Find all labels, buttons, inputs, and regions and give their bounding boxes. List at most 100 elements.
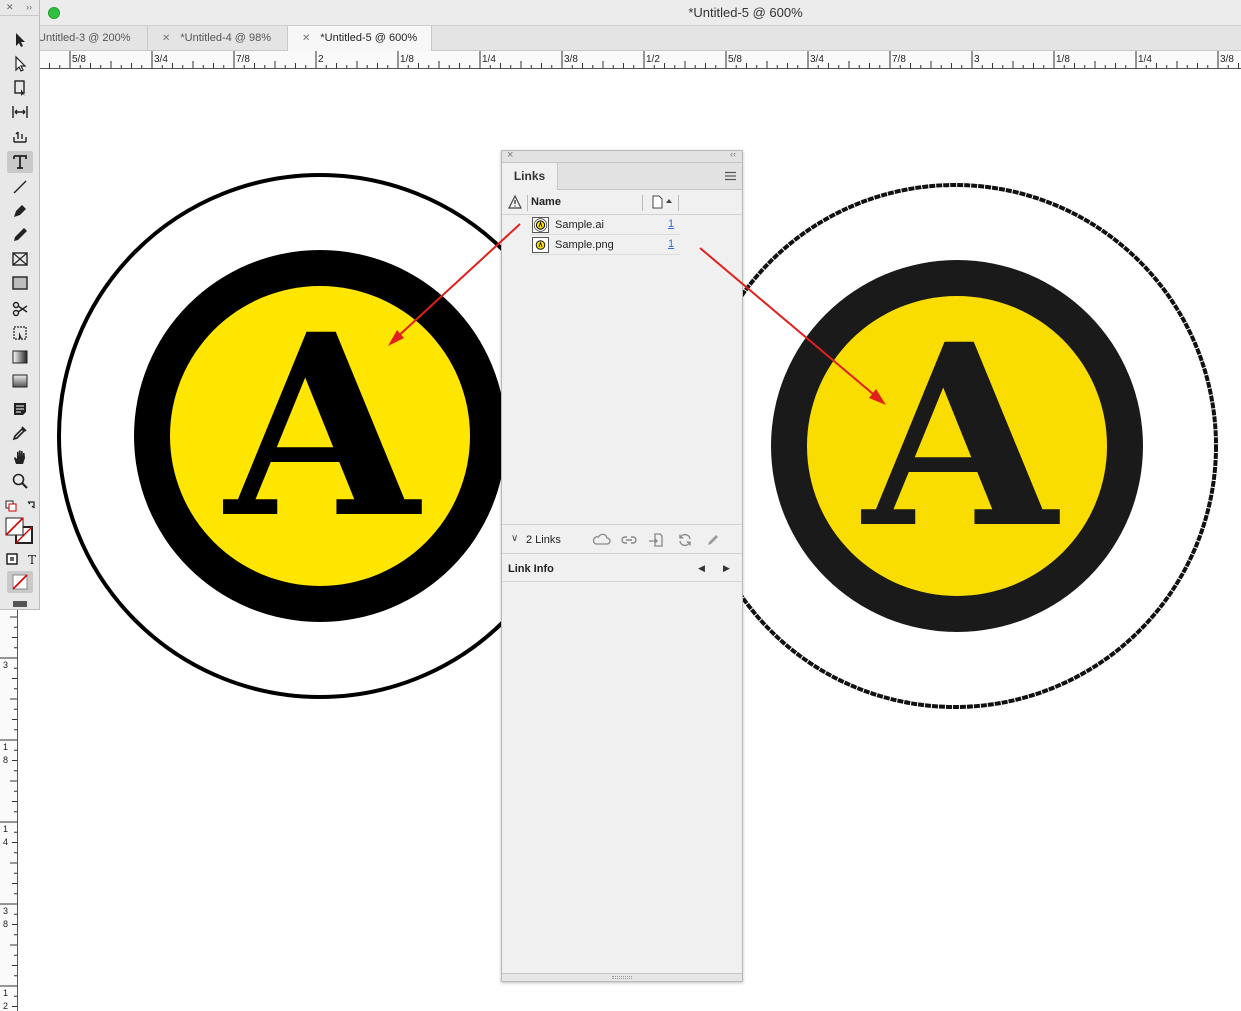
link-row[interactable]: Sample.ai 1 [530, 215, 680, 235]
document-tab-bar: Untitled-3 @ 200% ✕ *Untitled-4 @ 98% ✕ *U… [0, 26, 1241, 51]
arrowhead [869, 389, 886, 405]
ruler-label: 3/4 [154, 54, 168, 65]
ruler-label: 1 [3, 824, 8, 834]
arrowhead [388, 330, 404, 346]
gradient-swatch-tool-icon[interactable] [7, 346, 33, 368]
update-link-icon[interactable] [677, 532, 693, 548]
ruler-label: 3/4 [810, 54, 824, 65]
formatting-container-text-icon[interactable]: T [4, 548, 38, 570]
scissors-tool-icon[interactable] [7, 298, 33, 320]
raster-emblem[interactable]: A [692, 183, 1218, 709]
resize-grip-icon[interactable] [612, 976, 632, 979]
emblem-thumbnail-icon [535, 240, 546, 250]
ruler-label: 8 [3, 755, 8, 765]
fill-stroke-swatch-icon[interactable] [4, 517, 36, 545]
rectangle-tool-icon[interactable] [7, 272, 33, 294]
horizontal-ruler[interactable]: 5/8 3/4 7/8 2 1/8 1/4 3/8 1/2 5/8 3/4 7/8 3 1/8 1/4 3/… [40, 51, 1241, 69]
link-filename: Sample.ai [555, 219, 604, 231]
ruler-label: 7/8 [236, 54, 250, 65]
pen-tool-icon[interactable] [7, 200, 33, 222]
rectangle-frame-tool-icon[interactable] [7, 248, 33, 270]
link-filename: Sample.png [555, 239, 614, 251]
ruler-label: 1/4 [1138, 54, 1152, 65]
column-separator[interactable] [678, 195, 679, 211]
emblem-letter: A [861, 289, 1060, 583]
next-link-arrow-icon[interactable]: ▶ [723, 563, 730, 574]
link-thumbnail [532, 237, 549, 253]
close-icon[interactable]: ✕ [302, 33, 310, 44]
relink-icon[interactable] [621, 532, 637, 548]
tab-label: Untitled-3 @ 200% [38, 32, 131, 44]
cloud-link-icon[interactable] [592, 532, 612, 548]
edit-original-icon[interactable] [705, 532, 721, 548]
tab-untitled-4[interactable]: ✕ *Untitled-4 @ 98% [148, 26, 288, 51]
column-separator[interactable] [527, 195, 528, 211]
ruler-label: 1/8 [1056, 54, 1070, 65]
window-title-bar: *Untitled-5 @ 600% [0, 0, 1241, 26]
column-name-header[interactable]: Name [531, 196, 561, 208]
chevron-down-icon[interactable]: ∨ [511, 533, 518, 544]
page-sort-icon[interactable] [652, 195, 672, 209]
ruler-label: 5/8 [728, 54, 742, 65]
ruler-label: 1/2 [646, 54, 660, 65]
eyedropper-tool-icon[interactable] [7, 422, 33, 444]
window-title: *Untitled-5 @ 600% [688, 5, 803, 20]
vertical-ruler[interactable]: 3 1 8 1 4 3 8 1 2 [0, 610, 18, 1011]
link-info-label: Link Info [508, 563, 554, 575]
ruler-ticks: 3 1 8 1 4 3 8 1 2 [0, 616, 17, 1011]
panel-tab-row: Links [502, 163, 742, 190]
link-thumbnail [532, 217, 549, 233]
links-status-bar: ∨ 2 Links [502, 524, 742, 554]
link-info-header[interactable]: Link Info ◀ ▶ [502, 556, 742, 582]
link-page-number[interactable]: 1 [668, 218, 674, 230]
free-transform-tool-icon[interactable] [7, 322, 33, 344]
apply-none-icon[interactable] [7, 571, 33, 593]
close-icon[interactable]: × [507, 149, 513, 161]
gradient-feather-tool-icon[interactable] [7, 370, 33, 392]
ruler-label: 3/8 [1220, 54, 1234, 65]
ruler-label: 3 [974, 54, 980, 65]
content-collector-icon[interactable] [7, 125, 33, 147]
emblem-letter: A [223, 279, 422, 573]
links-panel: × ‹‹ Links Name Sample.ai 1 Sample.png 1… [501, 149, 743, 982]
panel-menu-icon[interactable] [725, 171, 736, 181]
ruler-label: 3 [3, 660, 8, 670]
tab-untitled-3[interactable]: Untitled-3 @ 200% [26, 26, 148, 51]
links-column-header: Name [502, 191, 742, 215]
screen-mode-icon[interactable] [7, 596, 33, 608]
links-count: 2 Links [526, 534, 561, 546]
type-tool-icon[interactable] [7, 151, 33, 173]
pencil-tool-icon[interactable] [7, 224, 33, 246]
direct-selection-tool-icon[interactable] [7, 53, 33, 75]
ruler-label: 3 [3, 906, 8, 916]
ruler-label: 3/8 [564, 54, 578, 65]
ruler-label: 1 [3, 742, 8, 752]
ruler-label: 2 [3, 1001, 8, 1011]
column-separator[interactable] [642, 195, 643, 211]
swap-fill-stroke-icon[interactable] [2, 495, 38, 517]
gap-tool-icon[interactable] [7, 101, 33, 123]
zoom-tool-icon[interactable] [7, 470, 33, 492]
line-tool-icon[interactable] [7, 176, 33, 198]
tools-panel: ✕ ›› T [0, 0, 40, 610]
link-page-number[interactable]: 1 [668, 238, 674, 250]
svg-text:T: T [28, 553, 36, 567]
page-tool-icon[interactable] [7, 77, 33, 99]
tab-links[interactable]: Links [502, 163, 558, 190]
tools-panel-header[interactable]: ✕ ›› [0, 0, 39, 16]
tab-untitled-5[interactable]: ✕ *Untitled-5 @ 600% [288, 26, 432, 51]
ruler-label: 4 [3, 837, 8, 847]
hand-tool-icon[interactable] [7, 446, 33, 468]
panel-resize-bar[interactable] [502, 973, 742, 981]
close-icon[interactable]: ✕ [162, 33, 170, 44]
emblem-thumbnail-icon [533, 218, 548, 232]
ruler-label: 8 [3, 919, 8, 929]
collapse-panel-icon[interactable]: ‹‹ [730, 149, 736, 159]
panel-header[interactable]: × ‹‹ [502, 149, 742, 163]
go-to-link-icon[interactable] [648, 532, 664, 548]
previous-link-arrow-icon[interactable]: ◀ [698, 563, 705, 574]
note-tool-icon[interactable] [7, 398, 33, 420]
link-row[interactable]: Sample.png 1 [530, 235, 680, 255]
warning-icon[interactable] [508, 195, 522, 209]
selection-tool-icon[interactable] [7, 29, 33, 51]
